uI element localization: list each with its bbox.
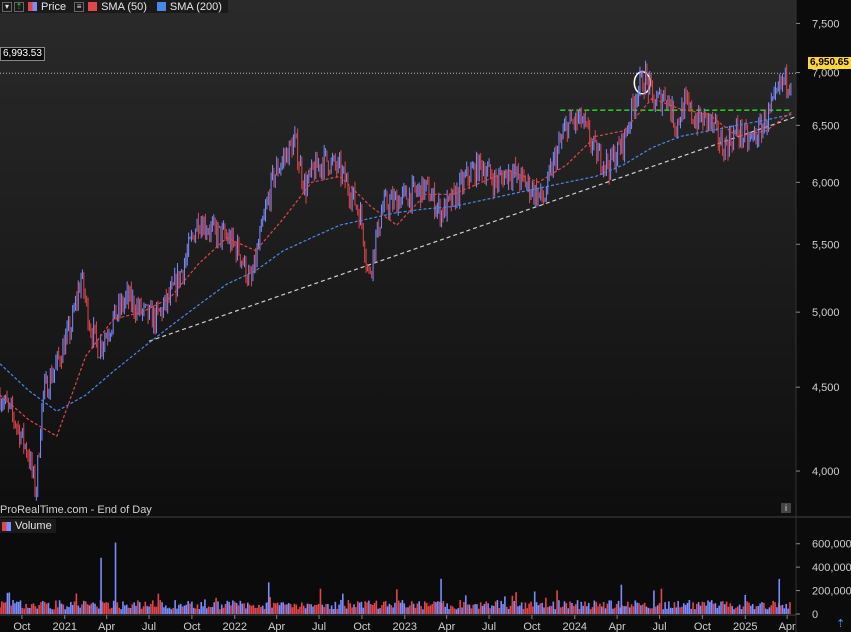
volume-tick-label: 400,000 xyxy=(812,562,851,574)
price-tick-label: 5,000 xyxy=(812,307,840,319)
collapse-icon[interactable]: ▾ xyxy=(2,1,12,12)
time-tick-label: Jul xyxy=(312,621,326,632)
chart-legend: ▾ ⇡ Price ≡ SMA (50) SMA (200) xyxy=(0,0,228,13)
time-tick-label: Jul xyxy=(652,621,666,632)
last-price-tag: 6,950.65 xyxy=(808,57,851,69)
legend-price-label: Price xyxy=(41,0,67,13)
time-tick-label: Oct xyxy=(694,621,711,632)
time-tick-label: Apr xyxy=(98,621,115,632)
time-tick-label: Oct xyxy=(523,621,540,632)
legend-sma50[interactable]: SMA (50) xyxy=(84,1,147,13)
volume-tick-label: 200,000 xyxy=(812,586,851,598)
legend-sma200-label: SMA (200) xyxy=(169,0,222,13)
legend-price[interactable]: Price xyxy=(24,1,66,13)
data-source-label: ProRealTime.com - End of Day xyxy=(0,504,152,516)
volume-swatch xyxy=(2,521,11,531)
volume-panel-label: Volume xyxy=(0,519,56,533)
time-tick-label: 2021 xyxy=(52,621,76,632)
time-tick-label: Oct xyxy=(353,621,370,632)
sma50-swatch xyxy=(88,2,98,11)
add-indicator-icon[interactable]: ⇡ xyxy=(14,1,24,12)
time-tick-label: Jul xyxy=(142,621,156,632)
time-tick-label: Jul xyxy=(482,621,496,632)
price-panel-background xyxy=(0,0,796,517)
price-swatch xyxy=(28,2,37,11)
time-tick-label: 2024 xyxy=(563,621,587,632)
sma200-swatch xyxy=(156,2,166,11)
price-tick-label: 4,500 xyxy=(812,382,840,394)
time-tick-label: Oct xyxy=(13,621,30,632)
time-tick-label: 2025 xyxy=(733,621,757,632)
legend-sma200[interactable]: SMA (200) xyxy=(153,1,222,13)
time-tick-label: 2022 xyxy=(223,621,247,632)
time-tick-label: Oct xyxy=(183,621,200,632)
price-tick-label: 6,500 xyxy=(812,120,840,132)
price-tick-label: 7,000 xyxy=(812,68,840,80)
settings-icon[interactable]: ≡ xyxy=(74,1,85,12)
price-tick-label: 5,500 xyxy=(812,239,840,251)
price-chart[interactable]: 4,000 4,500 5,000 5,500 6,000 6,500 7,000 7,500… xyxy=(0,0,851,632)
volume-tick-label: 600,000 xyxy=(812,539,851,551)
price-tick-label: 4,000 xyxy=(812,466,840,478)
time-tick-label: Apr xyxy=(779,621,796,632)
volume-tick-label: 0 xyxy=(812,609,818,621)
time-tick-label: Apr xyxy=(609,621,626,632)
price-tick-label: 6,000 xyxy=(812,177,840,189)
reference-value-tag: 6,993.53 xyxy=(0,47,45,61)
time-tick-label: Apr xyxy=(268,621,285,632)
legend-sma50-label: SMA (50) xyxy=(101,0,147,13)
price-tick-label: 7,500 xyxy=(812,18,840,30)
time-tick-label: Apr xyxy=(438,621,455,632)
info-icon[interactable]: i xyxy=(781,503,791,513)
scroll-up-icon[interactable]: ⇡ xyxy=(836,617,845,630)
time-tick-label: 2023 xyxy=(393,621,417,632)
volume-label-text: Volume xyxy=(15,520,52,532)
